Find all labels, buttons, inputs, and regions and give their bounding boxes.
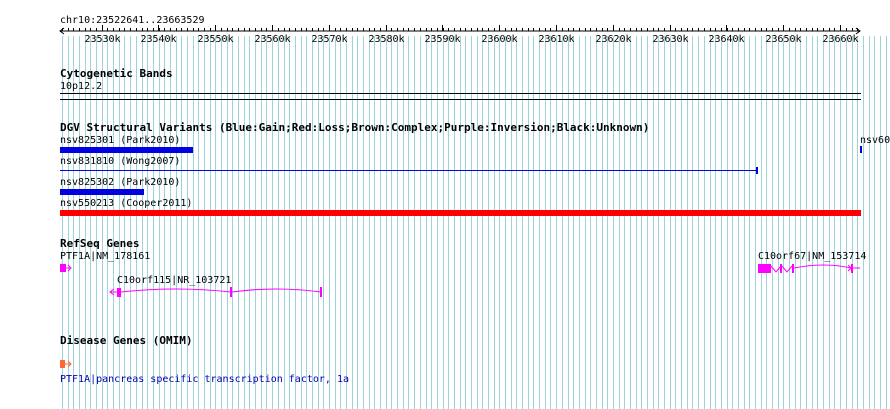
gene-label[interactable]: C10orf67|NM_153714 <box>758 251 866 262</box>
variant-label[interactable]: nsv825302 (Park2010) <box>60 177 180 188</box>
variant-bar-nsv831810-end <box>756 167 758 174</box>
ruler-tick-label: 23660k <box>822 34 859 45</box>
omim-gene-link[interactable]: PTF1A|pancreas specific transcription fa… <box>60 374 349 385</box>
variant-label-offscreen[interactable]: nsv60 <box>860 135 890 146</box>
ruler-tick-label: 23630k <box>652 34 689 45</box>
cytoband-line-top <box>60 93 861 94</box>
ruler-tick-label: 23550k <box>197 34 234 45</box>
gene-glyph-ptf1a[interactable] <box>58 262 74 274</box>
variant-label[interactable]: nsv825301 (Park2010) <box>60 135 180 146</box>
ruler-tick-label: 23540k <box>140 34 177 45</box>
variant-bar-nsv825302[interactable] <box>60 189 144 195</box>
cytogenetic-track-title: Cytogenetic Bands <box>60 67 173 80</box>
ruler-tick-label: 23530k <box>84 34 121 45</box>
variant-bar-nsv550213[interactable] <box>60 210 861 216</box>
refseq-track-title: RefSeq Genes <box>60 237 140 250</box>
ruler-tick-label: 23610k <box>538 34 575 45</box>
ruler-tick-label: 23640k <box>708 34 745 45</box>
gene-glyph-c10orf67[interactable] <box>756 262 866 276</box>
gene-label[interactable]: PTF1A|NM_178161 <box>60 251 150 262</box>
variant-bar-offscreen[interactable] <box>860 146 862 153</box>
dgv-track-title: DGV Structural Variants (Blue:Gain;Red:L… <box>60 121 650 134</box>
genome-browser-viewer: chr10:23522641..23663529 23530k 23540k 235… <box>0 0 890 409</box>
ruler-tick-label: 23650k <box>765 34 802 45</box>
gene-glyph-c10orf115[interactable] <box>100 284 330 300</box>
variant-label[interactable]: nsv831810 (Wong2007) <box>60 156 180 167</box>
variant-label[interactable]: nsv550213 (Cooper2011) <box>60 198 192 209</box>
ruler-tick-label: 23580k <box>368 34 405 45</box>
variant-bar-nsv831810[interactable] <box>60 170 758 171</box>
omim-gene-glyph[interactable] <box>58 358 74 370</box>
ruler-tick-label: 23620k <box>595 34 632 45</box>
cytoband-line-bottom <box>60 99 861 100</box>
ruler-tick-label: 23590k <box>424 34 461 45</box>
omim-track-title: Disease Genes (OMIM) <box>60 334 193 347</box>
ruler-tick-label: 23560k <box>254 34 291 45</box>
cytoband-label[interactable]: 10p12.2 <box>60 81 102 92</box>
ruler-tick-label: 23570k <box>311 34 348 45</box>
variant-bar-nsv825301[interactable] <box>60 147 193 153</box>
ruler-tick-label: 23600k <box>481 34 518 45</box>
